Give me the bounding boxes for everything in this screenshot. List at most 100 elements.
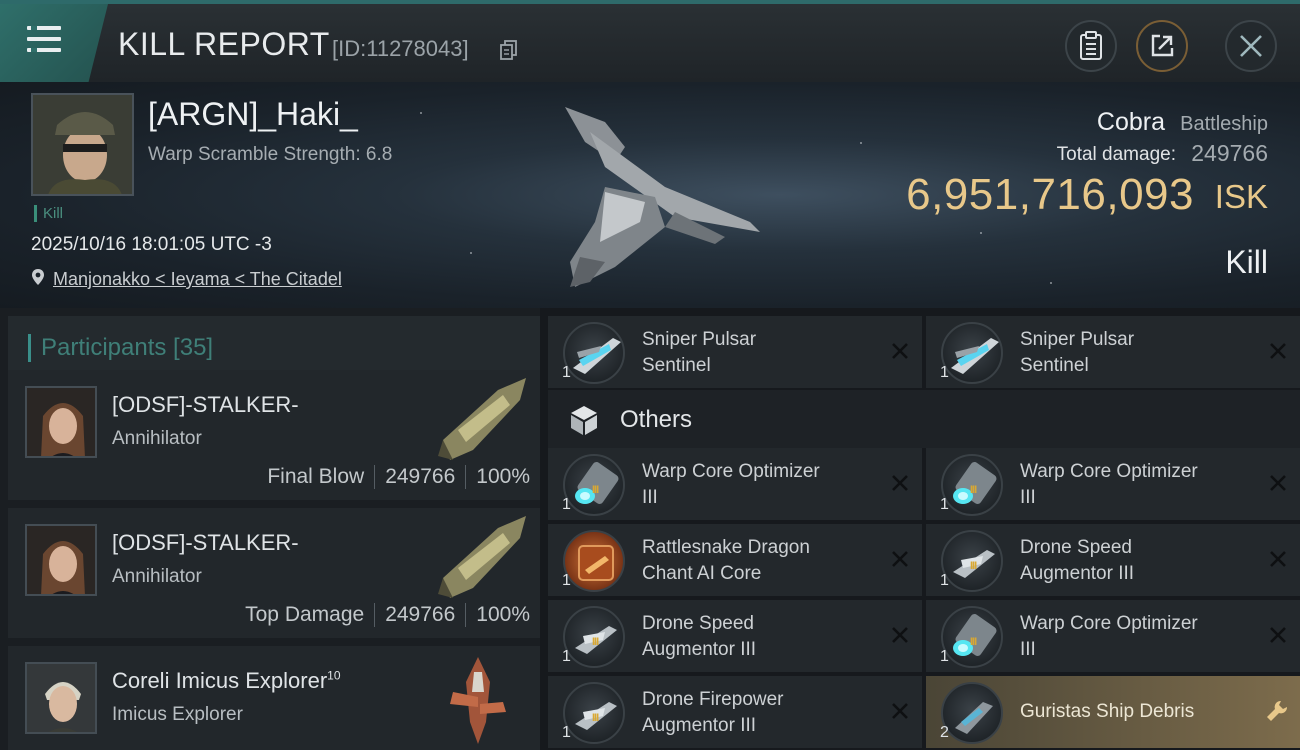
- destroyed-x-icon: [1270, 343, 1286, 359]
- item-slot[interactable]: III 1 Drone Speed Augmentor III: [548, 600, 922, 672]
- destroyed-x-icon: [892, 627, 908, 643]
- star: [860, 142, 862, 144]
- item-quantity: 1: [562, 724, 571, 741]
- item-slot[interactable]: 1 Sniper Pulsar Sentinel: [548, 316, 922, 388]
- clipboard-button[interactable]: [1065, 20, 1117, 72]
- location-pin-icon: [32, 269, 44, 285]
- participants-header: Participants [35]: [8, 316, 540, 374]
- warp-scramble-strength: Warp Scramble Strength: 6.8: [148, 144, 393, 165]
- divider: [374, 603, 376, 627]
- item-name: Drone Firepower Augmentor III: [642, 687, 892, 739]
- location-link[interactable]: Manjonakko < Ieyama < The Citadel: [53, 269, 342, 290]
- others-section-header: Others: [548, 390, 1300, 448]
- item-name: Rattlesnake Dragon Chant AI Core: [642, 535, 892, 587]
- item-name-line1: Sniper Pulsar: [1020, 329, 1135, 350]
- item-icon-frame: [563, 322, 625, 384]
- item-quantity: 1: [562, 572, 571, 589]
- item-icon-frame: [563, 530, 625, 592]
- victim-portrait[interactable]: [31, 93, 134, 196]
- item-slot[interactable]: 1 Sniper Pulsar Sentinel: [926, 316, 1300, 388]
- participant-ship: Annihilator: [112, 566, 202, 587]
- pilot-avatar: [27, 526, 95, 594]
- item-quantity: 1: [940, 364, 949, 381]
- participant-role: Final Blow: [267, 465, 365, 488]
- participant-avatar: [25, 386, 97, 458]
- item-name-line1: Sniper Pulsar: [642, 329, 757, 350]
- participant-avatar: [25, 662, 97, 734]
- item-name-line2: Augmentor III: [1020, 563, 1135, 584]
- item-name: Drone Speed Augmentor III: [1020, 535, 1270, 587]
- participant-ship: Annihilator: [112, 428, 202, 449]
- clipboard-icon: [1080, 31, 1102, 60]
- cube-icon: [571, 406, 597, 435]
- share-icon: [1151, 34, 1174, 57]
- pilot-avatar: [27, 664, 95, 732]
- item-name: Warp Core Optimizer III: [1020, 611, 1270, 663]
- participant-percent: 100%: [476, 603, 530, 626]
- item-slot[interactable]: III 1 Warp Core Optimizer III: [548, 448, 922, 520]
- divider: [465, 465, 467, 489]
- total-damage-value: 249766: [1191, 140, 1268, 166]
- item-slot[interactable]: III 1 Drone Firepower Augmentor III: [548, 676, 922, 748]
- drone-icon: [951, 338, 999, 374]
- destroyed-x-icon: [1270, 551, 1286, 567]
- participant-name-text: [ODSF]-STALKER-: [112, 392, 299, 417]
- participant-row[interactable]: [ODSF]-STALKER- Annihilator Top Damage 2…: [8, 508, 540, 638]
- item-icon-frame: [941, 682, 1003, 744]
- participant-row[interactable]: [ODSF]-STALKER- Annihilator Final Blow 2…: [8, 370, 540, 500]
- victim-name[interactable]: [ARGN]_Haki_: [148, 96, 358, 133]
- item-quantity: 1: [562, 364, 571, 381]
- item-quantity: 1: [940, 648, 949, 665]
- item-slot[interactable]: III 1 Drone Speed Augmentor III: [926, 524, 1300, 596]
- participants-panel: Participants [35] [ODSF]-STALKER- Annihi…: [0, 308, 540, 750]
- item-name-line2: Chant AI Core: [642, 563, 762, 584]
- item-name-line2: Augmentor III: [642, 639, 757, 660]
- item-slot[interactable]: III 1 Warp Core Optimizer III: [926, 600, 1300, 672]
- victim-banner: [ARGN]_Haki_ Warp Scramble Strength: 6.8…: [0, 82, 1300, 308]
- isk-unit: ISK: [1214, 178, 1268, 215]
- destroyed-x-icon: [1270, 627, 1286, 643]
- item-name-line2: Augmentor III: [642, 715, 757, 736]
- item-name-line1: Drone Speed: [1020, 537, 1132, 558]
- kill-result: Kill: [1225, 244, 1268, 280]
- item-name: Warp Core Optimizer III: [1020, 459, 1270, 511]
- tier-badge: III: [592, 484, 599, 496]
- item-quantity: 1: [562, 496, 571, 513]
- copy-icon[interactable]: [500, 40, 518, 60]
- star: [1050, 282, 1052, 284]
- item-name-line2: III: [1020, 487, 1036, 508]
- menu-button[interactable]: [0, 4, 108, 82]
- destroyed-x-icon: [892, 343, 908, 359]
- item-slot[interactable]: 1 Rattlesnake Dragon Chant AI Core: [548, 524, 922, 596]
- item-quantity: 1: [940, 572, 949, 589]
- participant-name-text: Coreli Imicus Explorer: [112, 668, 328, 693]
- star: [420, 112, 422, 114]
- tier-badge: III: [970, 560, 977, 572]
- item-name: Warp Core Optimizer III: [642, 459, 892, 511]
- item-name: Guristas Ship Debris: [1020, 699, 1270, 725]
- item-name-line1: Warp Core Optimizer: [1020, 613, 1198, 634]
- close-button[interactable]: [1225, 20, 1277, 72]
- participants-title: Participants [35]: [28, 334, 213, 362]
- top-bar: KILL REPORT [ID:11278043]: [0, 0, 1300, 82]
- others-label: Others: [620, 406, 693, 433]
- item-name: Drone Speed Augmentor III: [642, 611, 892, 663]
- menu-icon-bar: [27, 37, 61, 41]
- tier-badge: III: [592, 712, 599, 724]
- destroyed-x-icon: [892, 551, 908, 567]
- item-quantity: 1: [562, 648, 571, 665]
- item-name-line1: Drone Firepower: [642, 689, 784, 710]
- menu-icon-notch: [31, 26, 37, 30]
- item-name: Sniper Pulsar Sentinel: [642, 327, 892, 379]
- imicus-ship-icon: [450, 657, 506, 744]
- participant-row[interactable]: Coreli Imicus Explorer10 Imicus Explorer: [8, 646, 540, 750]
- item-name-line2: Sentinel: [1020, 355, 1089, 376]
- share-button[interactable]: [1136, 20, 1188, 72]
- ship-name[interactable]: Cobra: [1097, 108, 1165, 137]
- pilot-avatar: [27, 388, 95, 456]
- item-name-line1: Drone Speed: [642, 613, 754, 634]
- pilot-avatar: [33, 95, 132, 194]
- item-slot[interactable]: III 1 Warp Core Optimizer III: [926, 448, 1300, 520]
- item-slot-dropped[interactable]: 2 Guristas Ship Debris: [926, 676, 1300, 748]
- debris-icon: [955, 702, 993, 734]
